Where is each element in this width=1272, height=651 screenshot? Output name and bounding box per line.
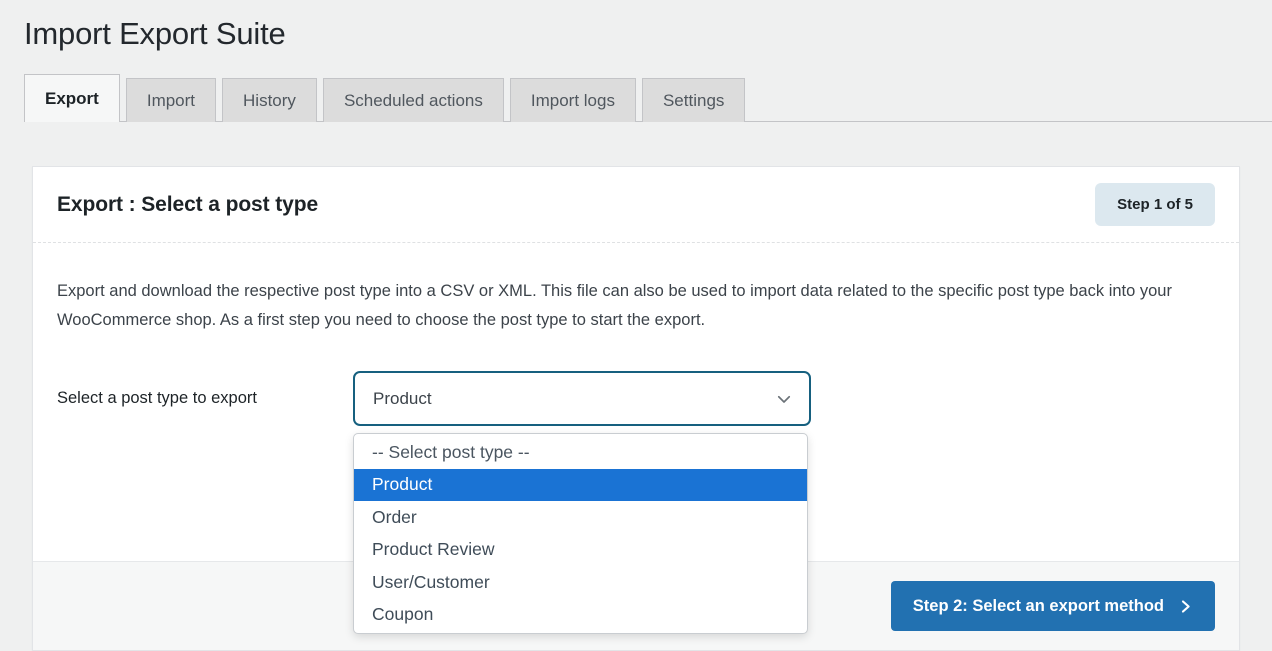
tab-bar: Export Import History Scheduled actions … (24, 74, 1272, 122)
page-title: Import Export Suite (24, 16, 286, 51)
card-header: Export : Select a post type Step 1 of 5 (33, 167, 1239, 243)
export-step-card: Export : Select a post type Step 1 of 5 … (32, 166, 1240, 651)
post-type-field-row: Select a post type to export Product -- … (57, 371, 1215, 634)
dropdown-option-order[interactable]: Order (354, 501, 807, 534)
tab-label: Import logs (530, 90, 615, 110)
chevron-right-icon (1181, 599, 1190, 613)
tab-import[interactable]: Import (125, 78, 217, 122)
tab-label: Import (146, 90, 196, 110)
tab-label: History (243, 90, 296, 110)
dropdown-option-product[interactable]: Product (354, 468, 807, 501)
step-badge: Step 1 of 5 (1095, 183, 1215, 226)
chevron-down-icon (777, 395, 791, 403)
post-type-select[interactable]: Product (353, 371, 811, 426)
tab-settings[interactable]: Settings (641, 78, 746, 122)
tab-label: Export (45, 88, 99, 108)
next-step-button[interactable]: Step 2: Select an export method (890, 581, 1215, 631)
next-step-button-label: Step 2: Select an export method (912, 596, 1164, 615)
card-title: Export : Select a post type (57, 192, 319, 216)
post-type-select-wrapper: Product -- Select post type -- Product O… (353, 371, 811, 634)
dropdown-option-coupon[interactable]: Coupon (354, 599, 807, 632)
post-type-dropdown-menu[interactable]: -- Select post type -- Product Order Pro… (353, 433, 808, 634)
post-type-label: Select a post type to export (57, 389, 257, 407)
post-type-select-value: Product (373, 388, 432, 408)
dropdown-option-product-review[interactable]: Product Review (354, 534, 807, 567)
dropdown-option-user-customer[interactable]: User/Customer (354, 566, 807, 599)
tab-history[interactable]: History (222, 78, 317, 122)
card-body: Export and download the respective post … (33, 243, 1239, 634)
tab-label: Settings (662, 90, 725, 110)
dropdown-option-placeholder[interactable]: -- Select post type -- (354, 436, 807, 469)
export-description: Export and download the respective post … (57, 282, 1172, 329)
tab-label: Scheduled actions (343, 90, 483, 110)
tab-import-logs[interactable]: Import logs (509, 78, 636, 122)
tab-export[interactable]: Export (24, 74, 120, 122)
tab-scheduled-actions[interactable]: Scheduled actions (322, 78, 504, 122)
